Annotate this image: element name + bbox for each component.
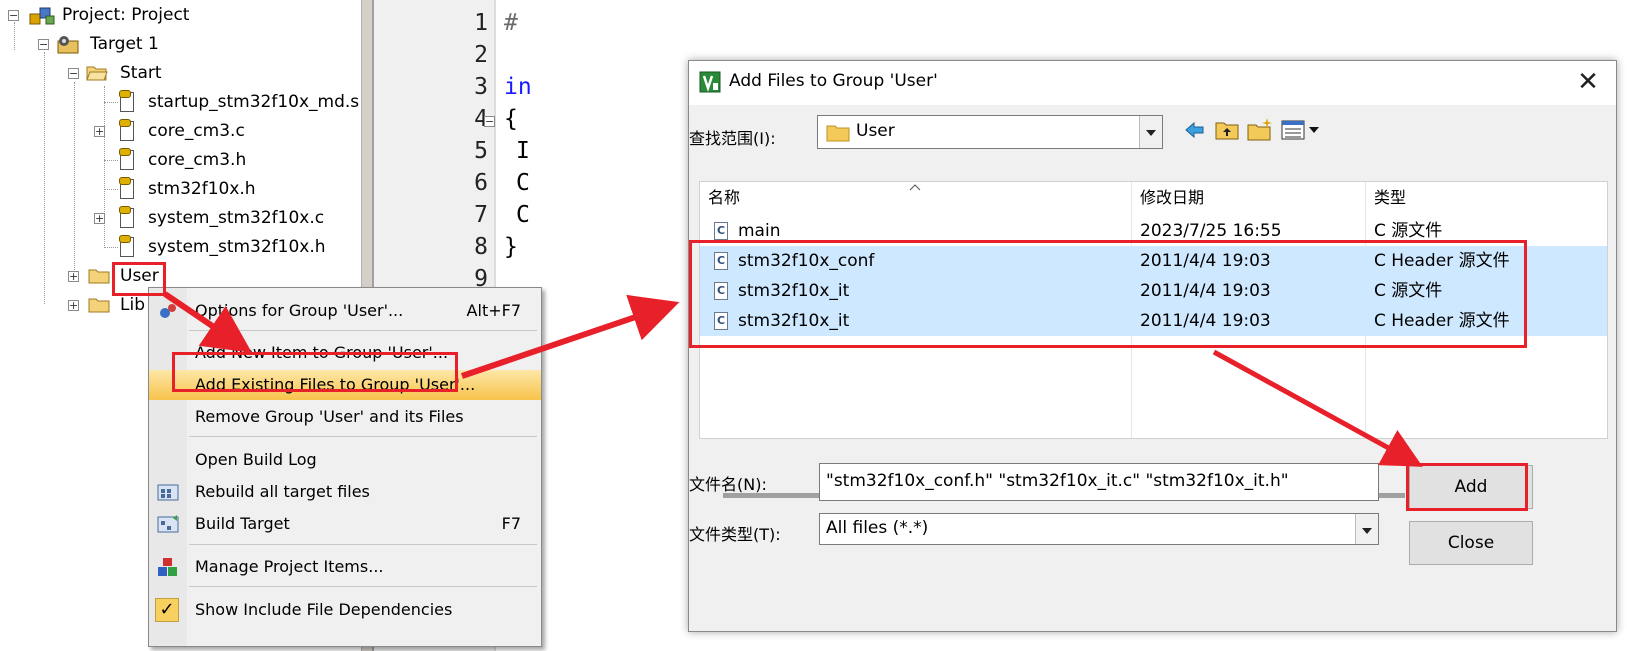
collapse-icon[interactable]: − xyxy=(38,39,49,50)
menu-separator xyxy=(189,586,537,587)
file-icon xyxy=(119,177,134,199)
line-number: 1 xyxy=(474,10,488,36)
annotation-box-selected-files xyxy=(689,240,1527,348)
tree-guide xyxy=(44,52,45,304)
tree-file[interactable]: stm32f10x.h xyxy=(100,176,350,202)
tree-node-target[interactable]: − Target 1 xyxy=(38,31,238,57)
folder-icon xyxy=(88,298,110,313)
expand-icon[interactable]: + xyxy=(68,271,79,282)
checkmark-icon: ✓ xyxy=(155,598,179,622)
collapse-icon[interactable]: − xyxy=(8,10,19,21)
menu-item-open-build-log[interactable]: Open Build Log xyxy=(149,445,541,475)
fold-icon[interactable]: − xyxy=(484,116,495,127)
line-number: 3 xyxy=(474,74,488,100)
tree-file-label: system_stm32f10x.h xyxy=(148,237,326,257)
chevron-down-icon[interactable] xyxy=(1139,116,1162,148)
file-icon xyxy=(119,90,134,112)
menu-item-show-dependencies[interactable]: ✓ Show Include File Dependencies xyxy=(149,595,541,625)
sort-ascending-icon xyxy=(909,184,921,191)
rebuild-icon xyxy=(157,484,179,501)
tree-file-label: stm32f10x.h xyxy=(148,179,256,199)
dialog-title: Add Files to Group 'User' xyxy=(729,71,938,91)
code-line: in xyxy=(504,74,532,100)
tree-file-label: system_stm32f10x.c xyxy=(148,208,325,228)
menu-separator xyxy=(189,544,537,545)
tree-file[interactable]: startup_stm32f10x_md.s xyxy=(100,89,359,115)
context-menu: Options for Group 'User'... Alt+F7 Add N… xyxy=(148,287,542,647)
options-icon xyxy=(160,304,176,318)
file-icon xyxy=(119,235,134,257)
file-icon xyxy=(119,206,134,228)
filetype-label: 文件类型(T): xyxy=(689,525,781,544)
new-folder-icon[interactable] xyxy=(1247,117,1273,141)
view-menu-icon[interactable] xyxy=(1281,119,1325,141)
menu-item-remove-group[interactable]: Remove Group 'User' and its Files xyxy=(149,402,541,432)
tree-file-label: startup_stm32f10x_md.s xyxy=(148,92,360,112)
build-icon xyxy=(157,515,179,533)
tree-node-start-group[interactable]: − Start xyxy=(68,60,268,86)
tree-file[interactable]: system_stm32f10x.h xyxy=(100,234,350,260)
folder-open-icon xyxy=(86,66,108,81)
back-icon[interactable] xyxy=(1183,119,1205,141)
menu-separator xyxy=(189,436,537,437)
tree-file-label: core_cm3.c xyxy=(148,121,245,141)
folder-icon xyxy=(826,125,850,142)
filename-label: 文件名(N): xyxy=(689,475,767,494)
file-icon xyxy=(119,148,134,170)
c-file-icon: C xyxy=(714,222,728,240)
code-line: C xyxy=(516,202,530,228)
menu-item-build-target[interactable]: Build Target F7 xyxy=(149,509,541,539)
project-icon xyxy=(29,7,55,25)
line-number: 5 xyxy=(474,138,488,164)
tree-file[interactable]: core_cm3.h xyxy=(100,147,350,173)
keil-app-icon xyxy=(699,71,721,93)
file-icon xyxy=(119,119,134,141)
line-number: 2 xyxy=(474,42,488,68)
tree-label-start: Start xyxy=(120,63,162,83)
expand-icon[interactable]: + xyxy=(94,126,105,137)
up-folder-icon[interactable] xyxy=(1215,119,1239,141)
close-button[interactable]: Close xyxy=(1409,521,1533,565)
annotation-box-add-button xyxy=(1406,463,1528,511)
filename-value: "stm32f10x_conf.h" "stm32f10x_it.c" "stm… xyxy=(826,471,1289,491)
tree-file[interactable]: + system_stm32f10x.c xyxy=(94,205,344,231)
line-number: 6 xyxy=(474,170,488,196)
filetype-value: All files (*.*) xyxy=(826,518,929,538)
column-header-type[interactable]: 类型 xyxy=(1366,182,1606,214)
code-line: # xyxy=(504,10,518,36)
tree-file-label: core_cm3.h xyxy=(148,150,247,170)
dialog-titlebar[interactable]: Add Files to Group 'User' ✕ xyxy=(689,61,1616,105)
line-number: 8 xyxy=(474,234,488,260)
tree-node-project[interactable]: − Project: Project xyxy=(8,2,208,28)
annotation-box-add-existing xyxy=(172,352,458,392)
filetype-select[interactable]: All files (*.*) xyxy=(819,513,1379,545)
target-icon xyxy=(57,36,79,54)
filename-input[interactable]: "stm32f10x_conf.h" "stm32f10x_it.c" "stm… xyxy=(819,463,1379,501)
close-icon[interactable]: ✕ xyxy=(1571,65,1605,99)
code-line: C xyxy=(516,170,530,196)
tree-label-project: Project: Project xyxy=(62,5,190,25)
tree-guide xyxy=(74,82,75,282)
column-header-date[interactable]: 修改日期 xyxy=(1132,182,1362,214)
code-line: { xyxy=(504,106,518,132)
tree-label-target: Target 1 xyxy=(90,34,159,54)
look-in-combo[interactable]: User xyxy=(817,115,1163,149)
expand-icon[interactable]: + xyxy=(68,300,79,311)
menu-item-manage-project[interactable]: Manage Project Items... xyxy=(149,552,541,582)
code-line: I xyxy=(516,138,530,164)
tree-file[interactable]: + core_cm3.c xyxy=(94,118,344,144)
code-line: } xyxy=(504,234,518,260)
chevron-down-icon[interactable] xyxy=(1355,514,1378,544)
menu-item-options[interactable]: Options for Group 'User'... Alt+F7 xyxy=(149,296,541,326)
expand-icon[interactable]: + xyxy=(94,213,105,224)
menu-item-rebuild[interactable]: Rebuild all target files xyxy=(149,477,541,507)
collapse-icon[interactable]: − xyxy=(68,68,79,79)
look-in-label: 查找范围(I): xyxy=(689,129,776,148)
folder-icon xyxy=(88,269,110,284)
look-in-value: User xyxy=(856,121,895,141)
menu-separator xyxy=(189,330,537,331)
manage-project-icon xyxy=(158,558,177,576)
line-number: 7 xyxy=(474,202,488,228)
annotation-box-user xyxy=(112,262,166,296)
